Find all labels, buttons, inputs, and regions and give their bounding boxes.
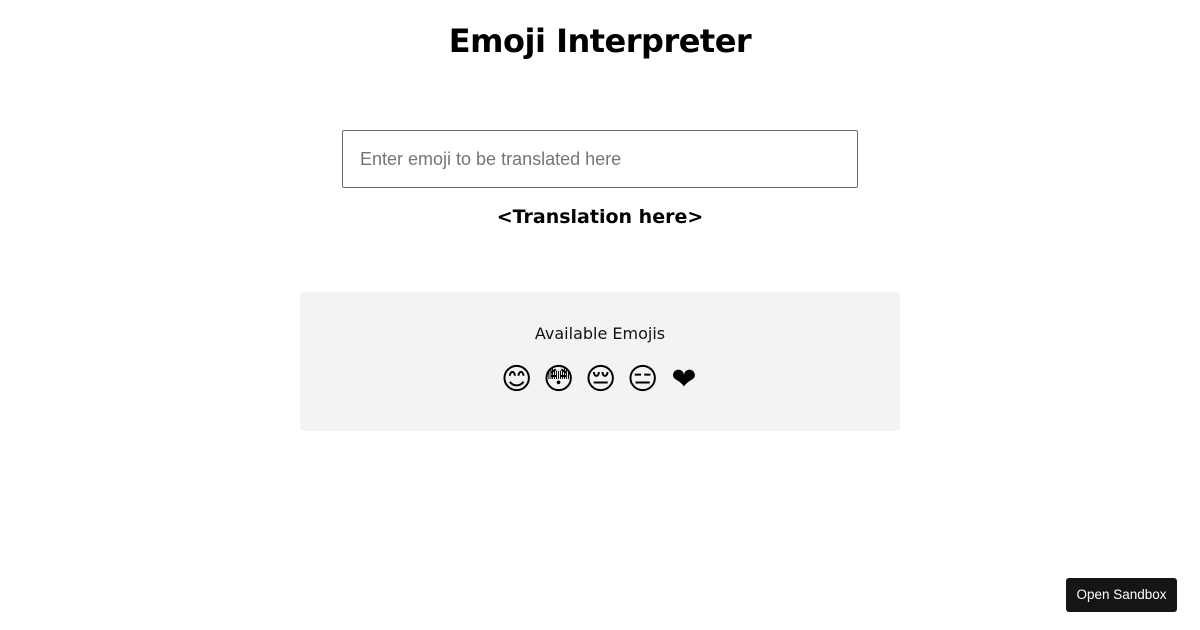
emoji-item-heart[interactable]: ❤ — [669, 362, 699, 398]
emoji-item[interactable]: 😳 — [543, 362, 574, 398]
emoji-item[interactable]: 😊 — [501, 362, 532, 398]
open-sandbox-button[interactable]: Open Sandbox — [1066, 578, 1177, 612]
emoji-input[interactable] — [342, 130, 858, 188]
emoji-item[interactable]: 😔 — [585, 362, 616, 398]
translation-output: <Translation here> — [496, 206, 704, 228]
emoji-item[interactable]: 😑 — [627, 362, 658, 398]
available-emojis-panel: Available Emojis 😊 😳 😔 😑 ❤ — [300, 292, 900, 431]
emoji-list: 😊 😳 😔 😑 ❤ — [300, 362, 900, 398]
available-emojis-heading: Available Emojis — [534, 324, 666, 343]
page-title: Emoji Interpreter — [448, 22, 752, 60]
page: Emoji Interpreter <Translation here> Ava… — [0, 0, 1200, 630]
